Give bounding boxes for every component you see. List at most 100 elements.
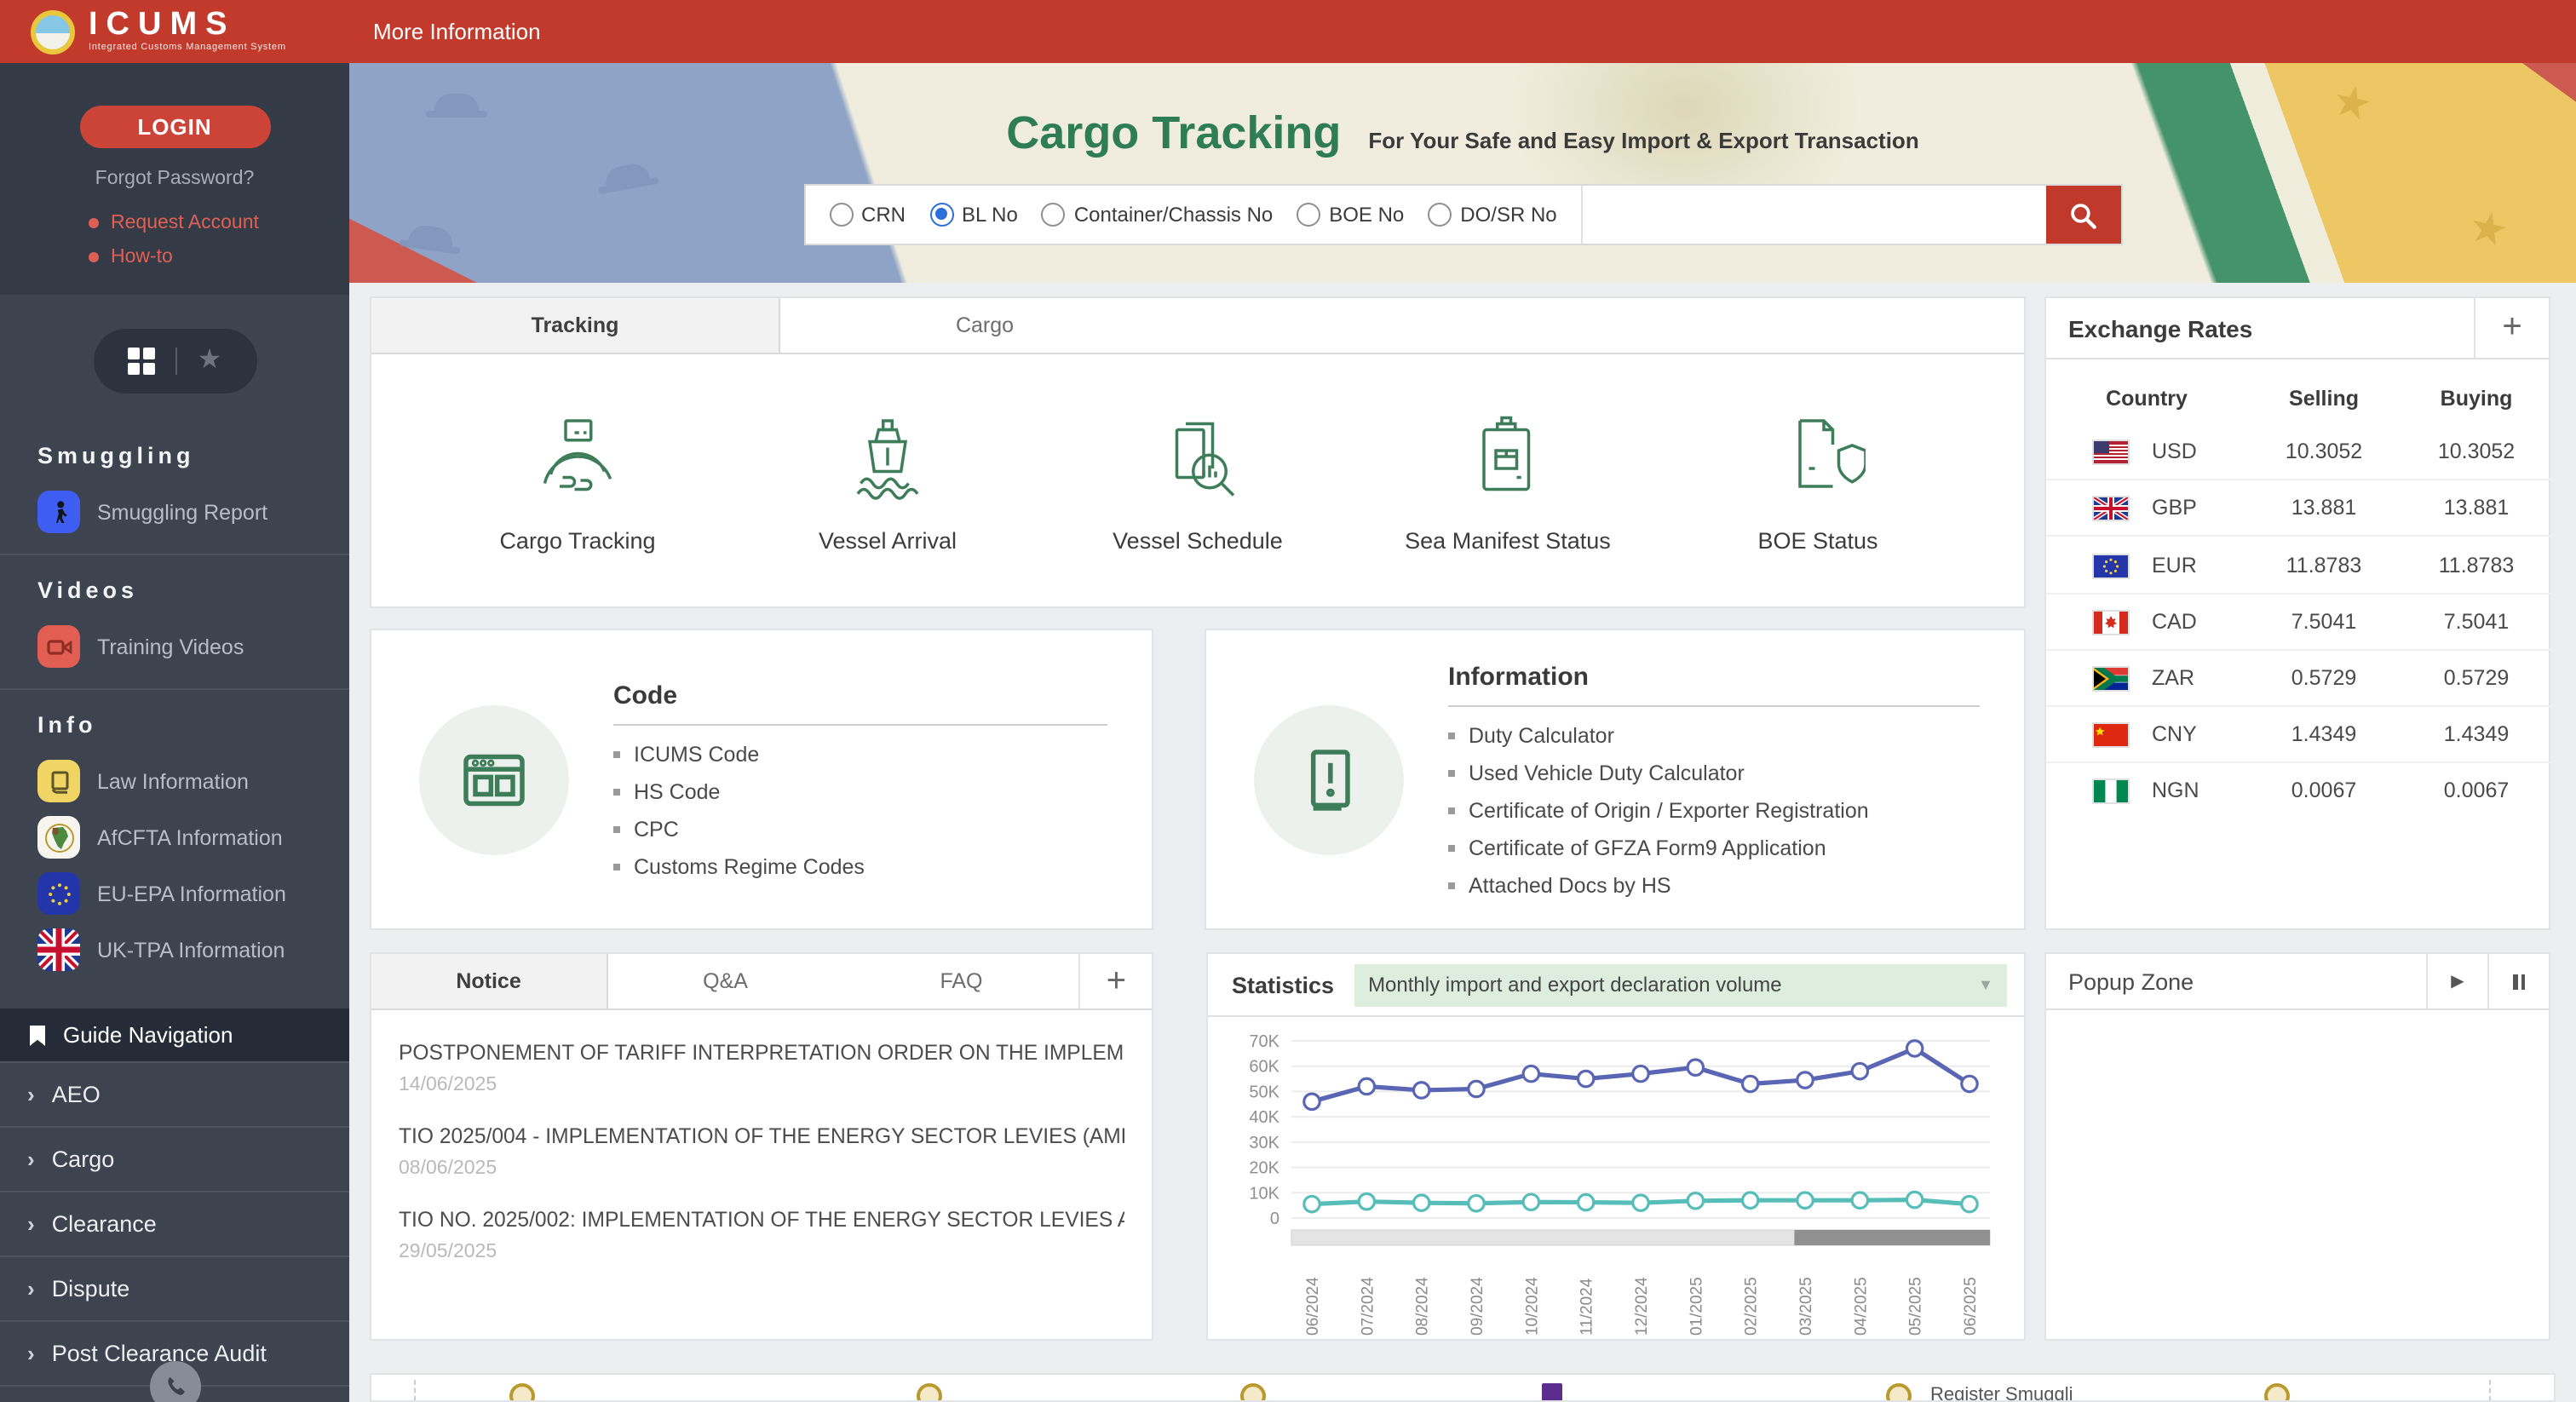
info-section: Info Law Information AfCFTA Information …: [0, 688, 349, 991]
video-camera-icon: [37, 625, 80, 668]
sidebar-item-eu-epa-information[interactable]: EU-EPA Information: [37, 872, 349, 915]
svg-text:40K: 40K: [1249, 1108, 1279, 1127]
star-icon[interactable]: ★: [198, 347, 222, 375]
nav-item-aeo[interactable]: › AEO: [0, 1061, 349, 1126]
partner-logo-icon[interactable]: [509, 1383, 535, 1400]
search-button[interactable]: [2045, 186, 2120, 244]
fx-row-cny[interactable]: CNY 1.4349 1.4349: [2046, 705, 2553, 763]
notice-row[interactable]: TIO NO. 2025/002: IMPLEMENTATION OF THE …: [399, 1208, 1124, 1262]
radio-container-chassis-no[interactable]: Container/Chassis No: [1041, 203, 1273, 227]
chevron-down-icon: ▼: [1978, 976, 1993, 993]
nav-item-dispute[interactable]: › Dispute: [0, 1255, 349, 1320]
svg-text:60K: 60K: [1249, 1058, 1279, 1077]
fx-row-eur[interactable]: EUR 11.8783 11.8783: [2046, 535, 2553, 594]
guide-navigation-header[interactable]: Guide Navigation: [0, 1008, 349, 1061]
brand[interactable]: ICUMS Integrated Customs Management Syst…: [0, 9, 349, 55]
bullet-icon: [89, 218, 99, 228]
radio-do-sr-no[interactable]: DO/SR No: [1428, 203, 1557, 227]
grid-icon[interactable]: [127, 348, 155, 375]
nav-item-clearance[interactable]: › Clearance: [0, 1191, 349, 1255]
radio-icon: [1041, 203, 1066, 227]
person-smuggler-icon: [37, 491, 80, 533]
forgot-password-link[interactable]: Forgot Password?: [0, 169, 349, 189]
radio-icon: [929, 203, 953, 227]
tab-qa[interactable]: Q&A: [607, 954, 843, 1008]
info-link-attached-docs-by-hs[interactable]: Attached Docs by HS: [1448, 873, 1980, 897]
code-link-icums-code[interactable]: ICUMS Code: [613, 742, 1107, 766]
radio-boe-no[interactable]: BOE No: [1297, 203, 1404, 227]
search-icon: [2071, 203, 2096, 228]
statistics-title: Statistics: [1232, 972, 1335, 997]
chevron-right-icon: ›: [27, 1082, 35, 1107]
play-icon[interactable]: ▶: [2426, 954, 2487, 1008]
brand-name: ICUMS: [89, 7, 236, 43]
notice-row[interactable]: TIO 2025/004 - IMPLEMENTATION OF THE ENE…: [399, 1124, 1124, 1179]
section-heading: Videos: [37, 577, 139, 603]
south-africa-flag-icon: [2094, 668, 2128, 691]
shortcut-cargo-tracking[interactable]: Cargo Tracking: [450, 408, 705, 553]
law-book-icon: [37, 760, 80, 802]
shortcut-vessel-arrival[interactable]: Vessel Arrival: [760, 408, 1015, 553]
statistics-metric-dropdown[interactable]: Monthly import and export declaration vo…: [1354, 963, 2007, 1006]
code-link-hs-code[interactable]: HS Code: [613, 779, 1107, 803]
partner-logo-icon[interactable]: [1886, 1383, 1912, 1400]
exchange-add-button[interactable]: +: [2474, 298, 2549, 358]
eu-flag-icon: [2094, 554, 2128, 577]
sidebar-item-uk-tpa-information[interactable]: UK-TPA Information: [37, 928, 349, 971]
radio-bl-no[interactable]: BL No: [929, 203, 1018, 227]
code-card: Code ICUMS Code HS Code CPC Customs Regi…: [370, 629, 1153, 930]
sidebar-item-law-information[interactable]: Law Information: [37, 760, 349, 802]
code-link-cpc[interactable]: CPC: [613, 817, 1107, 841]
tab-cargo[interactable]: Cargo: [780, 298, 1189, 353]
how-to-link[interactable]: How-to: [89, 247, 349, 267]
partner-logo-icon[interactable]: [2264, 1383, 2290, 1400]
exchange-rates-card: Exchange Rates + Country Selling Buying …: [2044, 296, 2553, 930]
section-heading: Info: [37, 712, 97, 738]
info-link-used-vehicle-duty-calculator[interactable]: Used Vehicle Duty Calculator: [1448, 761, 1980, 784]
shortcut-boe-status[interactable]: BOE Status: [1690, 408, 1946, 553]
svg-text:01/2025: 01/2025: [1688, 1277, 1705, 1336]
svg-text:08/2024: 08/2024: [1414, 1277, 1432, 1336]
fx-row-usd[interactable]: USD 10.3052 10.3052: [2046, 424, 2552, 480]
partner-logo-icon[interactable]: [1240, 1383, 1266, 1400]
nav-item-cargo[interactable]: › Cargo: [0, 1126, 349, 1191]
chevron-right-icon: ›: [27, 1276, 35, 1301]
more-information-link[interactable]: More Information: [373, 19, 541, 44]
tab-faq[interactable]: FAQ: [843, 954, 1079, 1008]
notice-add-button[interactable]: +: [1078, 954, 1152, 1008]
pause-icon[interactable]: [2487, 954, 2549, 1008]
fx-row-ngn[interactable]: NGN 0.0067 0.0067: [2046, 761, 2553, 819]
partner-logos-strip: Register Smuggli: [370, 1373, 2556, 1402]
request-account-link[interactable]: Request Account: [89, 213, 349, 233]
radio-crn[interactable]: CRN: [829, 203, 906, 227]
info-link-duty-calculator[interactable]: Duty Calculator: [1448, 723, 1980, 747]
tracking-search-input[interactable]: [1582, 186, 2045, 244]
sidebar-item-afcfta-information[interactable]: AfCFTA Information: [37, 816, 349, 859]
divider: [613, 723, 1107, 725]
fx-row-zar[interactable]: ZAR 0.5729 0.5729: [2046, 648, 2553, 707]
svg-text:06/2024: 06/2024: [1304, 1277, 1322, 1336]
info-link-certificate-of-origin[interactable]: Certificate of Origin / Exporter Registr…: [1448, 798, 1980, 822]
cargo-tracking-icon: [543, 418, 612, 491]
notice-row[interactable]: POSTPONEMENT OF TARIFF INTERPRETATION OR…: [399, 1041, 1124, 1095]
code-link-customs-regime-codes[interactable]: Customs Regime Codes: [613, 854, 1107, 878]
shortcut-vessel-schedule[interactable]: Vessel Schedule: [1070, 408, 1325, 553]
svg-text:12/2024: 12/2024: [1633, 1277, 1651, 1336]
shortcut-sea-manifest-status[interactable]: Sea Manifest Status: [1380, 408, 1636, 553]
section-heading: Smuggling: [37, 443, 195, 468]
exchange-rates-table: Country Selling Buying USD 10.3052 10.30…: [2046, 370, 2553, 819]
partner-logo-icon[interactable]: [1542, 1383, 1562, 1400]
fx-row-gbp[interactable]: GBP 13.881 13.881: [2046, 479, 2553, 537]
tab-tracking[interactable]: Tracking: [371, 298, 780, 353]
tab-notice[interactable]: Notice: [371, 954, 608, 1008]
info-link-gfza-form9[interactable]: Certificate of GFZA Form9 Application: [1448, 836, 1980, 859]
smuggling-section: Smuggling Smuggling Report: [0, 421, 349, 554]
fx-row-cad[interactable]: CAD 7.5041 7.5041: [2046, 592, 2553, 650]
boe-status-icon: [1798, 418, 1866, 487]
svg-text:07/2024: 07/2024: [1359, 1277, 1377, 1336]
login-button[interactable]: LOGIN: [79, 106, 270, 148]
chevron-right-icon: ›: [27, 1211, 35, 1237]
partner-logo-icon[interactable]: [917, 1383, 942, 1400]
sidebar-item-smuggling-report[interactable]: Smuggling Report: [37, 491, 349, 533]
sidebar-item-training-videos[interactable]: Training Videos: [37, 625, 349, 668]
